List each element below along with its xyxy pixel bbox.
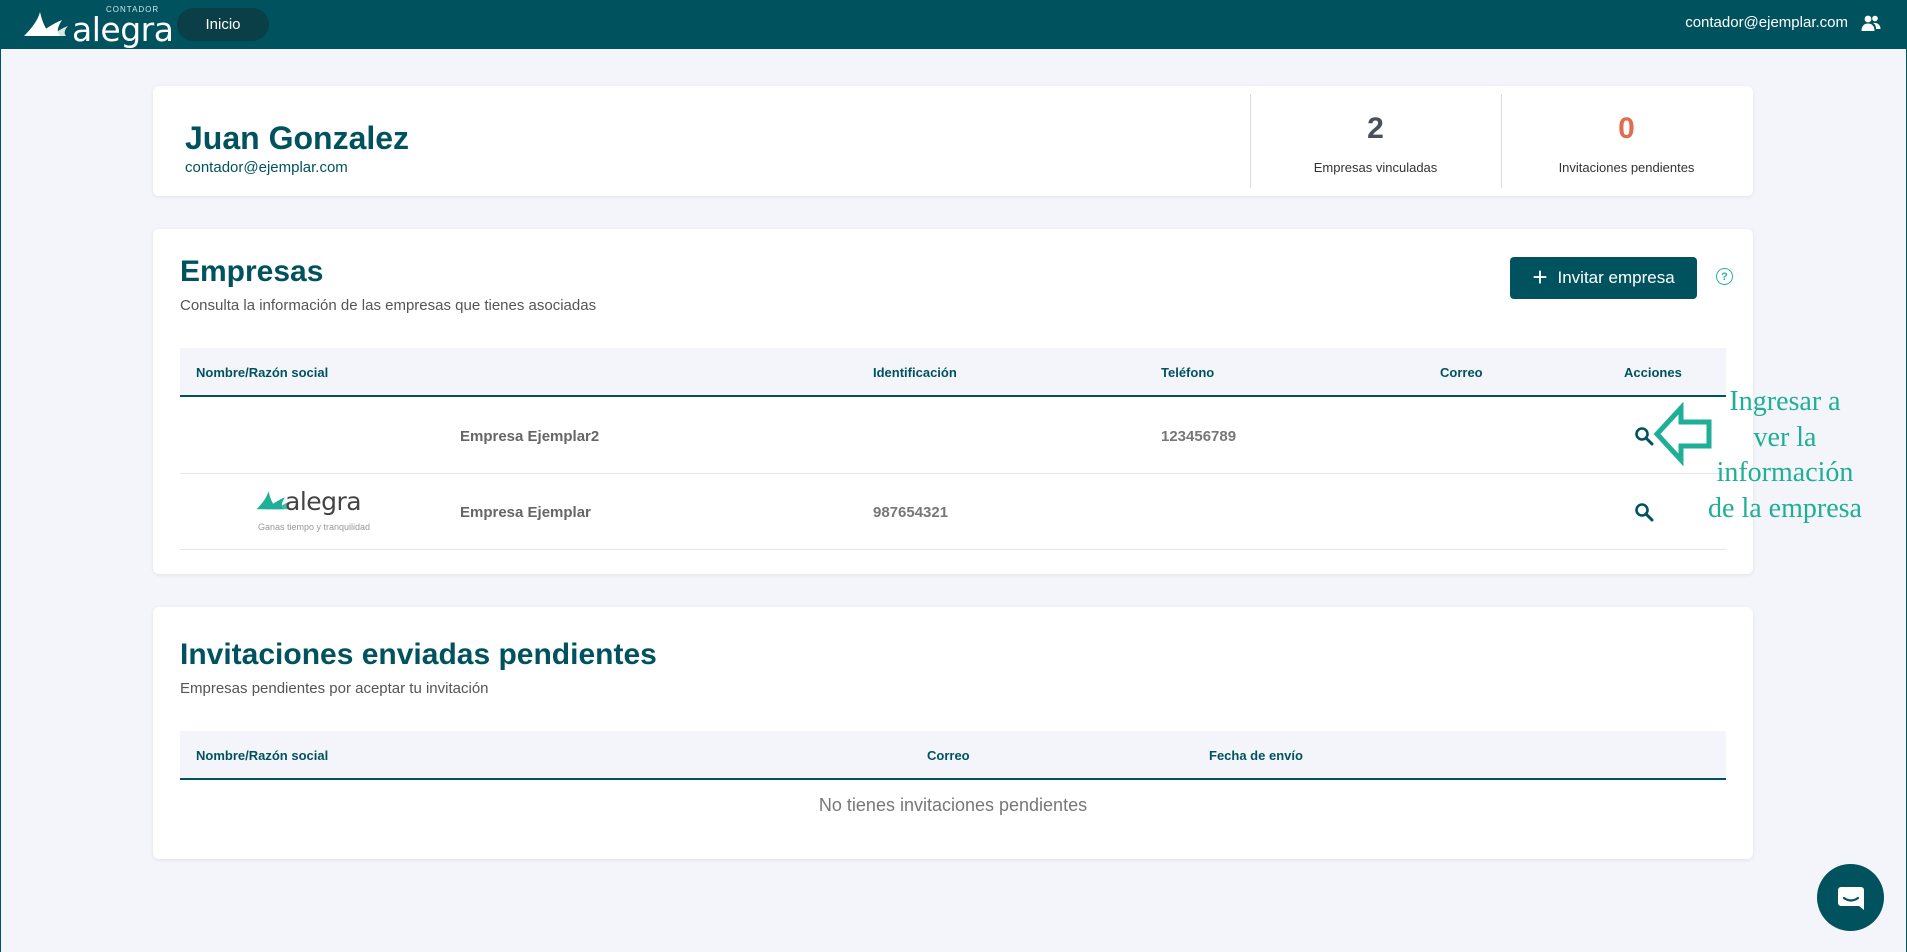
annotation-line: Ingresar a: [1729, 386, 1841, 417]
stat-pending-invitations-label: Invitaciones pendientes: [1558, 160, 1695, 175]
alegra-logo-icon: [24, 12, 68, 36]
users-icon[interactable]: [1861, 14, 1881, 32]
stat-linked-companies: 2 Empresas vinculadas: [1250, 94, 1500, 188]
stat-pending-invitations: 0 Invitaciones pendientes: [1501, 94, 1751, 188]
profile-name: Juan Gonzalez: [185, 120, 410, 156]
chat-support-button[interactable]: [1817, 864, 1884, 931]
company-phone: 123456789: [1161, 428, 1237, 445]
annotation-line: de la empresa: [1708, 492, 1862, 524]
chat-icon: [1837, 886, 1864, 910]
alegra-logo[interactable]: CONTADOR alegra: [22, 4, 174, 49]
company-logo-tagline: Ganas tiempo y tranquilidad: [258, 522, 371, 532]
window-border-left: [0, 49, 1, 952]
stat-linked-companies-value: 2: [1367, 112, 1384, 145]
top-navbar: CONTADOR alegra Inicio contador@ejemplar…: [0, 0, 1907, 49]
companies-subtitle: Consulta la información de las empresas …: [180, 297, 597, 314]
nav-home-button[interactable]: Inicio: [177, 8, 269, 41]
invitations-subtitle: Empresas pendientes por aceptar tu invit…: [180, 680, 489, 697]
companies-section: Empresas Consulta la información de las …: [153, 229, 1753, 574]
help-icon[interactable]: ?: [1716, 268, 1733, 285]
table-row[interactable]: Empresa Ejemplar2 123456789: [180, 399, 1726, 474]
logo-wordmark: alegra: [72, 10, 174, 49]
empty-state-message: No tienes invitaciones pendientes: [818, 795, 1088, 815]
stat-pending-invitations-value: 0: [1618, 112, 1635, 145]
companies-title: Empresas: [180, 255, 324, 288]
company-name: Empresa Ejemplar2: [460, 428, 600, 445]
col-email[interactable]: Correo: [1440, 365, 1483, 380]
col-sent-date[interactable]: Fecha de envío: [1209, 748, 1303, 763]
company-identification: 987654321: [873, 504, 949, 521]
annotation-text: Ingresar a ver la información de la empr…: [1690, 384, 1880, 526]
company-logo: alegra Ganas tiempo y tranquilidad: [255, 483, 370, 539]
pending-invitations-section: Invitaciones enviadas pendientes Empresa…: [153, 607, 1753, 859]
table-row[interactable]: alegra Ganas tiempo y tranquilidad Empre…: [180, 475, 1726, 550]
col-phone[interactable]: Teléfono: [1161, 365, 1214, 380]
annotation-line: información: [1716, 457, 1854, 488]
invite-company-button[interactable]: + Invitar empresa: [1510, 257, 1697, 299]
col-name[interactable]: Nombre/Razón social: [196, 365, 328, 380]
company-logo-word: alegra: [285, 487, 362, 516]
invitations-title: Invitaciones enviadas pendientes: [180, 638, 657, 671]
plus-icon: +: [1532, 261, 1548, 292]
companies-table-header: Nombre/Razón social Identificación Teléf…: [180, 348, 1726, 397]
annotation-line: ver la: [1753, 421, 1817, 453]
stat-linked-companies-label: Empresas vinculadas: [1313, 160, 1438, 175]
invite-company-label: Invitar empresa: [1557, 268, 1675, 287]
user-email[interactable]: contador@ejemplar.com: [1685, 14, 1848, 31]
col-name[interactable]: Nombre/Razón social: [196, 748, 328, 763]
company-name: Empresa Ejemplar: [460, 504, 591, 521]
profile-email: contador@ejemplar.com: [185, 159, 348, 176]
col-actions: Acciones: [1624, 365, 1682, 380]
profile-card: Juan Gonzalez contador@ejemplar.com 2 Em…: [153, 86, 1753, 196]
search-icon[interactable]: [1633, 501, 1655, 523]
col-identification[interactable]: Identificación: [873, 365, 957, 380]
invitations-table-header: Nombre/Razón social Correo Fecha de enví…: [180, 731, 1726, 780]
col-email[interactable]: Correo: [927, 748, 970, 763]
